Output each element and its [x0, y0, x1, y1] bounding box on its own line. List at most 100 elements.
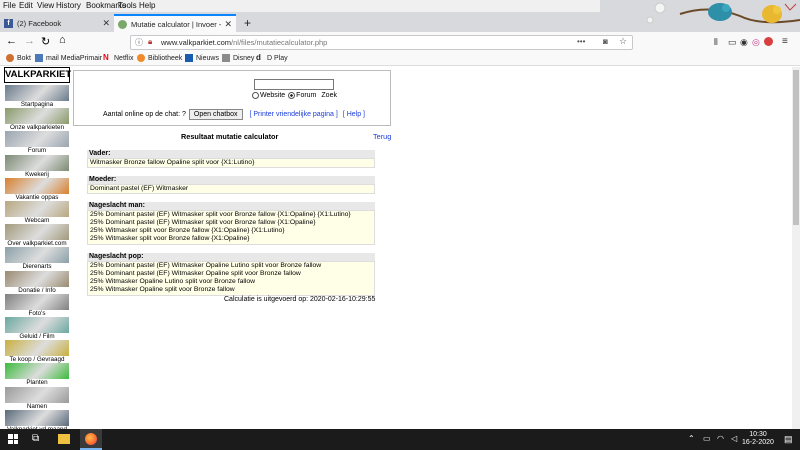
- sidebar-thumbnail: [5, 247, 69, 264]
- firefox-taskbar-button[interactable]: [80, 429, 102, 450]
- sidebar-item[interactable]: Foto's: [4, 293, 70, 317]
- nageslacht-pop-header: Nageslacht pop:: [87, 253, 375, 261]
- sidebar-item[interactable]: Te koop / Gevraagd: [4, 340, 70, 364]
- sidebar-item-label: Vakantie oppas: [4, 193, 70, 201]
- menu-view[interactable]: View: [37, 1, 54, 10]
- printer-friendly-link[interactable]: [ Printer vriendelijke pagina ]: [250, 111, 338, 118]
- zoek-link[interactable]: Zoek: [321, 92, 337, 99]
- sidebar-item-label: Planten: [4, 379, 70, 387]
- chevron-up-icon[interactable]: ⌃: [688, 434, 695, 443]
- sidebar-thumbnail: [5, 154, 69, 171]
- pocket-icon[interactable]: ◙: [603, 37, 608, 46]
- back-link[interactable]: Terug: [373, 132, 391, 141]
- sidebar-item-label: Onze valkparkieten: [4, 124, 70, 132]
- tab-mutatie-calculator[interactable]: Mutatie calculator | Invoer - Va ✕: [114, 14, 236, 32]
- parrot-favicon-icon: [118, 19, 127, 29]
- back-arrow-icon[interactable]: ←: [6, 35, 17, 47]
- notification-icon[interactable]: ▤: [784, 434, 793, 445]
- new-tab-button[interactable]: +: [240, 14, 254, 32]
- hamburger-menu-icon[interactable]: ≡: [782, 36, 788, 47]
- insecure-lock-icon[interactable]: 🔒︎: [148, 37, 152, 47]
- close-icon[interactable]: ✕: [224, 19, 232, 30]
- sidebar-thumbnail: [5, 131, 69, 148]
- sidebar-item[interactable]: Startpagina: [4, 85, 70, 108]
- bookmark-bibliotheek[interactable]: Bibliotheek: [137, 54, 182, 62]
- sidebar-item-label: Kwekerij: [4, 170, 70, 178]
- extension-icon[interactable]: ◉: [740, 37, 748, 48]
- instagram-icon[interactable]: ◎: [752, 37, 760, 48]
- url-domain: www.valkparkiet.com: [161, 38, 232, 47]
- sidebar-thumbnail: [5, 201, 69, 217]
- system-clock[interactable]: 10:30 16-2-2020: [740, 431, 776, 447]
- tab-facebook[interactable]: f (2) Facebook ✕: [0, 14, 114, 32]
- windows-start-icon[interactable]: [8, 434, 18, 444]
- bookmark-netflix[interactable]: N Netflix: [103, 54, 133, 62]
- wifi-icon[interactable]: ◠: [717, 434, 724, 443]
- radio-forum[interactable]: [288, 92, 296, 99]
- sidebar-item[interactable]: Onze valkparkieten: [4, 108, 70, 132]
- sidebar-icon[interactable]: ▭: [728, 37, 737, 48]
- bookmark-label: D Play: [267, 54, 288, 62]
- bookmark-nieuws[interactable]: Nieuws: [185, 54, 219, 62]
- close-icon[interactable]: ✕: [102, 18, 110, 29]
- url-path: /nl/files/mutatiecalculator.php: [231, 38, 328, 47]
- sidebar-thumbnail: [5, 270, 69, 287]
- menu-file[interactable]: File: [3, 1, 16, 10]
- sidebar-item[interactable]: Geluid / Film: [4, 317, 70, 340]
- file-explorer-icon[interactable]: [58, 434, 70, 444]
- dplay-icon: d: [256, 53, 261, 62]
- search-input[interactable]: [254, 79, 334, 90]
- menu-edit[interactable]: Edit: [19, 1, 33, 10]
- open-chatbox-button[interactable]: Open chatbox: [188, 109, 243, 120]
- sidebar-item[interactable]: Donatie / Info: [4, 270, 70, 294]
- sidebar-thumbnail: [5, 317, 69, 333]
- sidebar-thumbnail: [5, 340, 69, 357]
- url-text[interactable]: www.valkparkiet.com/nl/files/mutatiecalc…: [161, 38, 327, 47]
- netflix-icon: N: [103, 53, 109, 62]
- sidebar-item[interactable]: Vakantie oppas: [4, 177, 70, 201]
- info-icon[interactable]: ⓘ: [135, 37, 143, 48]
- url-bar[interactable]: ⓘ 🔒︎ www.valkparkiet.com/nl/files/mutati…: [130, 35, 633, 50]
- forward-arrow-icon[interactable]: →: [24, 35, 35, 47]
- sidebar-item[interactable]: Dierenarts: [4, 247, 70, 271]
- menu-help[interactable]: Help: [139, 1, 155, 10]
- site-logo[interactable]: VALKPARKIET: [4, 67, 71, 83]
- vader-value: Witmasker Bronze fallow Opaline split vo…: [87, 158, 375, 168]
- sidebar-item-label: Geluid / Film: [4, 333, 70, 340]
- bookmark-label: Bibliotheek: [148, 54, 183, 62]
- volume-icon[interactable]: ◁: [731, 434, 737, 443]
- library-icon[interactable]: ⫴: [714, 37, 718, 48]
- page-actions-icon[interactable]: •••: [577, 37, 585, 46]
- bookmark-disney[interactable]: Disney: [222, 54, 254, 62]
- bookmark-label: Bokt: [17, 54, 32, 62]
- network-icon[interactable]: ▭: [703, 434, 711, 443]
- scrollbar-thumb[interactable]: [793, 70, 799, 225]
- bookmark-bokt[interactable]: Bokt: [6, 54, 31, 62]
- bookmark-dplay[interactable]: d D Play: [256, 54, 288, 62]
- help-link[interactable]: [ Help ]: [343, 111, 365, 118]
- list-item: 25% Witmasker split voor Bronze fallow {…: [90, 227, 285, 234]
- sidebar-item[interactable]: Forum: [4, 131, 70, 155]
- moeder-header: Moeder:: [87, 176, 375, 184]
- reload-icon[interactable]: ↻: [41, 35, 50, 48]
- sidebar-thumbnail: [5, 363, 69, 380]
- bookmark-star-icon[interactable]: ☆: [619, 36, 627, 47]
- sidebar-thumbnail: [5, 85, 69, 101]
- menu-history[interactable]: History: [56, 1, 81, 10]
- sidebar-item[interactable]: Kwekerij: [4, 154, 70, 178]
- extension-red-icon[interactable]: [764, 37, 773, 46]
- sidebar-item[interactable]: Over valkparkiet.com: [4, 224, 70, 248]
- sidebar-item-label: Te koop / Gevraagd: [4, 356, 70, 364]
- bookmark-mail-mediaprimair[interactable]: mail MediaPrimair: [35, 54, 102, 62]
- sidebar-item[interactable]: Planten: [4, 363, 70, 387]
- sidebar-item[interactable]: Namen: [4, 386, 70, 410]
- radio-website[interactable]: [252, 92, 259, 99]
- task-view-icon[interactable]: ⧉: [32, 433, 39, 444]
- sidebar-item[interactable]: Valkparkiet vd maand: [4, 409, 70, 429]
- home-icon[interactable]: ⌂: [59, 34, 66, 46]
- chat-row: Aantal online op de chat: ? Open chatbox…: [103, 109, 365, 120]
- menu-tools[interactable]: Tools: [118, 1, 137, 10]
- sidebar-item[interactable]: Webcam: [4, 201, 70, 224]
- sidebar-item-label: Foto's: [4, 309, 70, 317]
- nageslacht-man-header: Nageslacht man:: [87, 202, 375, 210]
